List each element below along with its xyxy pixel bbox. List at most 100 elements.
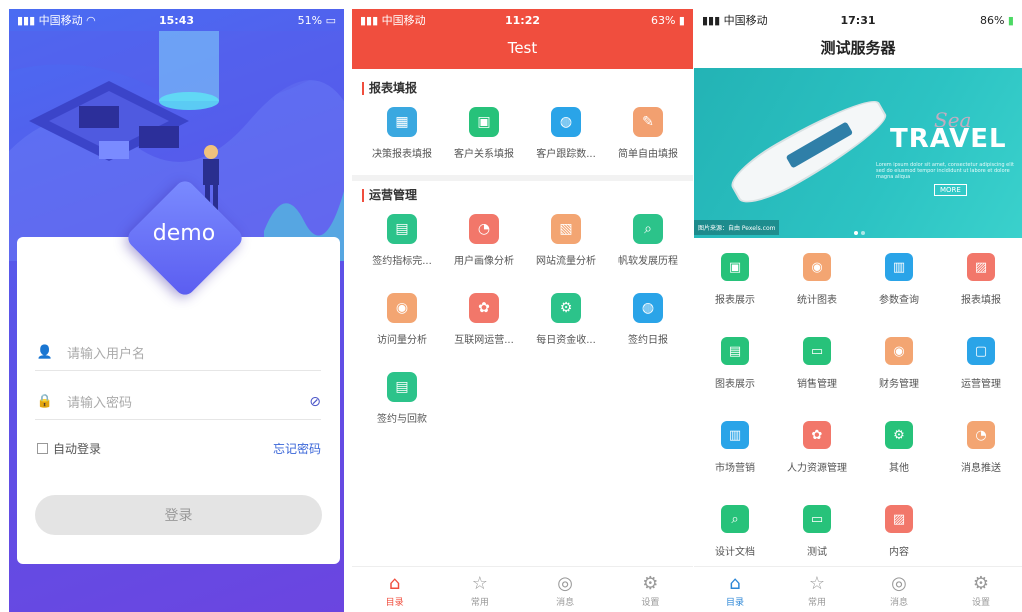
report-grid-item[interactable]: ✎ 简单自由填报 bbox=[607, 107, 689, 160]
tab-favorites[interactable]: ☆ 常用 bbox=[776, 567, 858, 612]
grid-item-label: 签约日报 bbox=[628, 335, 668, 346]
eye-off-icon[interactable]: ⊘ bbox=[309, 394, 321, 410]
module-grid-item[interactable]: ▥ 市场营销 bbox=[694, 421, 776, 474]
wifi-icon: ◠ bbox=[82, 14, 96, 27]
ops-grid-item[interactable]: ◔ 用户画像分析 bbox=[443, 214, 525, 267]
message-icon: ◎ bbox=[557, 573, 573, 594]
grid-item-label: 用户画像分析 bbox=[454, 256, 514, 267]
tab-messages[interactable]: ◎ 消息 bbox=[523, 567, 608, 612]
app-icon: ▣ bbox=[721, 253, 749, 281]
module-grid-item[interactable]: ▤ 图表展示 bbox=[694, 337, 776, 390]
banner-source: 图片来源：自由 Pexels.com bbox=[694, 220, 780, 235]
module-grid-item[interactable]: ▨ 报表填报 bbox=[940, 253, 1022, 306]
module-grid-item[interactable]: ▭ 测试 bbox=[776, 505, 858, 558]
ops-grid-item[interactable]: ▤ 签约指标完... bbox=[361, 214, 443, 267]
app-icon: ▭ bbox=[803, 505, 831, 533]
app-icon: ▤ bbox=[721, 337, 749, 365]
carousel-dots[interactable] bbox=[854, 220, 868, 238]
username-placeholder: 请输入用户名 bbox=[67, 347, 146, 362]
grid-item-label: 内容 bbox=[889, 547, 909, 558]
ops-grid-item[interactable]: ⚙ 每日资金收... bbox=[525, 293, 607, 346]
module-grid-item[interactable]: ✿ 人力资源管理 bbox=[776, 421, 858, 474]
signal-icon: ▮▮▮ bbox=[17, 14, 39, 27]
grid-item-label: 签约指标完... bbox=[372, 256, 432, 267]
test-screen: ▮▮▮ 中国移动 11:22 63% ▮ Test 报表填报 ▦ 决策报表填报 ▣ 客… bbox=[352, 9, 693, 612]
star-icon: ☆ bbox=[808, 573, 826, 594]
ops-grid-item[interactable]: ▤ 签约与回款 bbox=[361, 372, 443, 425]
password-field[interactable]: 🔒 请输入密码 ⊘ bbox=[35, 384, 321, 420]
grid-item-label: 简单自由填报 bbox=[618, 149, 678, 160]
grid-item-label: 每日资金收... bbox=[536, 335, 596, 346]
app-icon: ▤ bbox=[387, 372, 417, 402]
time-text: 15:43 bbox=[158, 13, 194, 27]
module-grid-item[interactable]: ▨ 内容 bbox=[858, 505, 940, 558]
grid-item-label: 人力资源管理 bbox=[787, 463, 847, 474]
star-icon: ☆ bbox=[471, 573, 488, 594]
ops-grid-item[interactable]: ◉ 访问量分析 bbox=[361, 293, 443, 346]
app-icon: ✿ bbox=[469, 293, 499, 323]
grid-item-label: 报表展示 bbox=[715, 295, 755, 306]
login-button[interactable]: 登录 bbox=[35, 495, 322, 535]
tab-messages[interactable]: ◎ 消息 bbox=[858, 567, 940, 612]
tab-catalog[interactable]: ⌂ 目录 bbox=[352, 567, 437, 612]
grid-item-label: 帆软发展历程 bbox=[618, 256, 678, 267]
home-icon: ⌂ bbox=[729, 573, 741, 594]
battery-icon: ▭ bbox=[322, 13, 336, 27]
app-icon: ◉ bbox=[885, 337, 913, 365]
app-icon: ◍ bbox=[633, 293, 663, 323]
module-grid-item[interactable]: ⌕ 设计文档 bbox=[694, 505, 776, 558]
forgot-password-link[interactable]: 忘记密码 bbox=[273, 440, 321, 457]
tab-catalog[interactable]: ⌂ 目录 bbox=[694, 567, 776, 612]
app-icon: ▢ bbox=[967, 337, 995, 365]
banner-copy: Lorem ipsum dolor sit amet, consectetur … bbox=[876, 162, 1014, 180]
tab-label: 目录 bbox=[385, 598, 404, 608]
app-icon: ⌕ bbox=[633, 214, 663, 244]
section-divider bbox=[352, 175, 693, 181]
ops-grid-item[interactable]: ✿ 互联网运营... bbox=[443, 293, 525, 346]
tab-label: 消息 bbox=[889, 598, 908, 608]
tab-settings[interactable]: ⚙ 设置 bbox=[608, 567, 693, 612]
module-grid-item[interactable]: ◉ 统计图表 bbox=[776, 253, 858, 306]
tab-favorites[interactable]: ☆ 常用 bbox=[437, 567, 522, 612]
app-icon: ◉ bbox=[387, 293, 417, 323]
battery-icon: ▮ bbox=[1004, 13, 1014, 27]
tab-label: 消息 bbox=[556, 598, 575, 608]
battery-text: 63% bbox=[650, 13, 676, 27]
battery-text: 86% bbox=[979, 13, 1005, 27]
time-text: 17:31 bbox=[840, 13, 876, 27]
grid-item-label: 图表展示 bbox=[715, 379, 755, 390]
ops-grid-item[interactable]: ▧ 网站流量分析 bbox=[525, 214, 607, 267]
module-grid-item[interactable]: ▭ 销售管理 bbox=[776, 337, 858, 390]
app-icon: ⌕ bbox=[721, 505, 749, 533]
module-grid-item[interactable]: ▣ 报表展示 bbox=[694, 253, 776, 306]
status-bar: ▮▮▮ 中国移动 ◠ 15:43 51% ▭ bbox=[9, 9, 344, 31]
app-icon: ▨ bbox=[885, 505, 913, 533]
travel-banner[interactable]: Sea TRAVEL Lorem ipsum dolor sit amet, c… bbox=[694, 68, 1022, 238]
report-grid-item[interactable]: ▣ 客户关系填报 bbox=[443, 107, 525, 160]
report-grid-item[interactable]: ◍ 客户跟踪数... bbox=[525, 107, 607, 160]
banner-more-button[interactable]: MORE bbox=[934, 184, 967, 196]
grid-item-label: 访问量分析 bbox=[377, 335, 427, 346]
app-icon: ✿ bbox=[803, 421, 831, 449]
battery-icon: ▮ bbox=[675, 13, 685, 27]
module-grid-item[interactable]: ⚙ 其他 bbox=[858, 421, 940, 474]
auto-login-toggle[interactable]: 自动登录 bbox=[37, 440, 101, 457]
username-field[interactable]: 👤 请输入用户名 bbox=[35, 335, 321, 371]
module-grid-item[interactable]: ▥ 参数查询 bbox=[858, 253, 940, 306]
checkbox[interactable] bbox=[37, 443, 48, 454]
server-screen: ▮▮▮ 中国移动 17:31 86% ▮ 测试服务器 Sea TRAVEL Lo… bbox=[694, 9, 1022, 612]
report-grid-item[interactable]: ▦ 决策报表填报 bbox=[361, 107, 443, 160]
ops-grid-item[interactable]: ⌕ 帆软发展历程 bbox=[607, 214, 689, 267]
time-text: 11:22 bbox=[504, 13, 540, 27]
grid-item-label: 市场营销 bbox=[715, 463, 755, 474]
ops-grid-item[interactable]: ◍ 签约日报 bbox=[607, 293, 689, 346]
module-grid-item[interactable]: ◉ 财务管理 bbox=[858, 337, 940, 390]
grid-item-label: 其他 bbox=[889, 463, 909, 474]
logo-text: demo bbox=[152, 221, 216, 246]
status-bar: ▮▮▮ 中国移动 17:31 86% ▮ bbox=[694, 9, 1022, 31]
app-icon: ▨ bbox=[967, 253, 995, 281]
module-grid-item[interactable]: ◔ 消息推送 bbox=[940, 421, 1022, 474]
tab-settings[interactable]: ⚙ 设置 bbox=[940, 567, 1022, 612]
gear-icon: ⚙ bbox=[972, 573, 990, 594]
module-grid-item[interactable]: ▢ 运营管理 bbox=[940, 337, 1022, 390]
